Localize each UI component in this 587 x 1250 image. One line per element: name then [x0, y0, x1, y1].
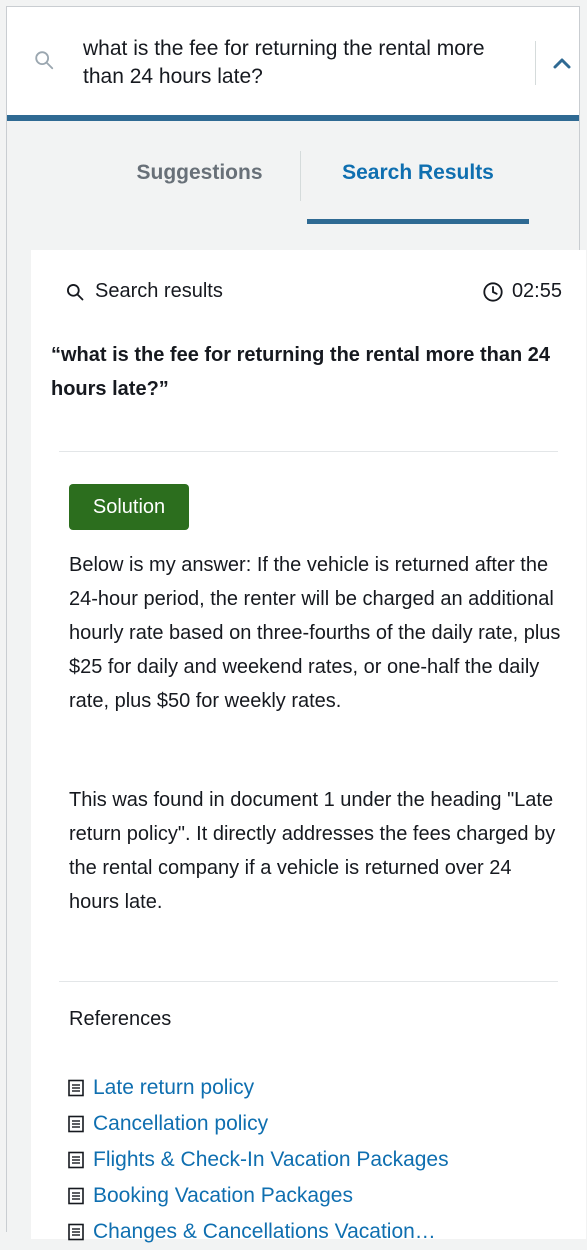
reference-label: Changes & Cancellations Vacation… [93, 1220, 436, 1243]
chevron-up-icon [553, 58, 571, 69]
document-icon [68, 1151, 84, 1169]
active-tab-indicator [307, 219, 529, 224]
search-icon [67, 283, 84, 300]
search-input[interactable]: what is the fee for returning the rental… [83, 35, 523, 91]
solution-badge: Solution [69, 484, 189, 530]
reference-label: Cancellation policy [93, 1112, 269, 1135]
reference-label: Booking Vacation Packages [93, 1184, 353, 1207]
reference-label: Late return policy [93, 1076, 255, 1099]
answer-text: Below is my answer: If the vehicle is re… [69, 554, 561, 712]
results-title: Search results [65, 280, 223, 303]
document-icon [68, 1079, 84, 1097]
reference-link[interactable]: Cancellation policy [67, 1106, 449, 1142]
results-header-label: Search results [95, 280, 223, 302]
reference-link[interactable]: Booking Vacation Packages [67, 1178, 449, 1214]
references-title: References [69, 1008, 172, 1030]
reference-link[interactable]: Flights & Check-In Vacation Packages [67, 1142, 449, 1178]
timer: 02:55 [482, 280, 562, 303]
reference-label: Flights & Check-In Vacation Packages [93, 1148, 449, 1171]
search-results-card: Search results 02:55 “what is the fee fo… [31, 250, 586, 1243]
document-icon [68, 1223, 84, 1241]
search-bar: what is the fee for returning the rental… [7, 7, 579, 121]
tab-search-results[interactable]: Search Results [307, 153, 529, 193]
tab-separator [300, 151, 301, 201]
references-list: Late return policy Cancellation policy F… [67, 1070, 449, 1250]
collapse-button[interactable] [545, 43, 579, 83]
search-divider [535, 41, 536, 85]
document-icon [68, 1115, 84, 1133]
assistant-panel: what is the fee for returning the rental… [6, 6, 586, 1243]
results-header: Search results 02:55 [65, 280, 562, 310]
search-icon [35, 51, 54, 70]
reference-link[interactable]: Late return policy [67, 1070, 449, 1106]
explanation-text: This was found in document 1 under the h… [69, 789, 556, 913]
tab-bar: Suggestions Search Results [7, 121, 579, 225]
divider [59, 451, 558, 452]
divider [59, 981, 558, 982]
document-icon [68, 1187, 84, 1205]
clock-icon [483, 281, 503, 302]
quoted-query: “what is the fee for returning the renta… [51, 344, 550, 400]
timer-value: 02:55 [511, 280, 562, 302]
tab-suggestions[interactable]: Suggestions [107, 153, 292, 193]
reference-link[interactable]: Changes & Cancellations Vacation… [67, 1214, 449, 1250]
